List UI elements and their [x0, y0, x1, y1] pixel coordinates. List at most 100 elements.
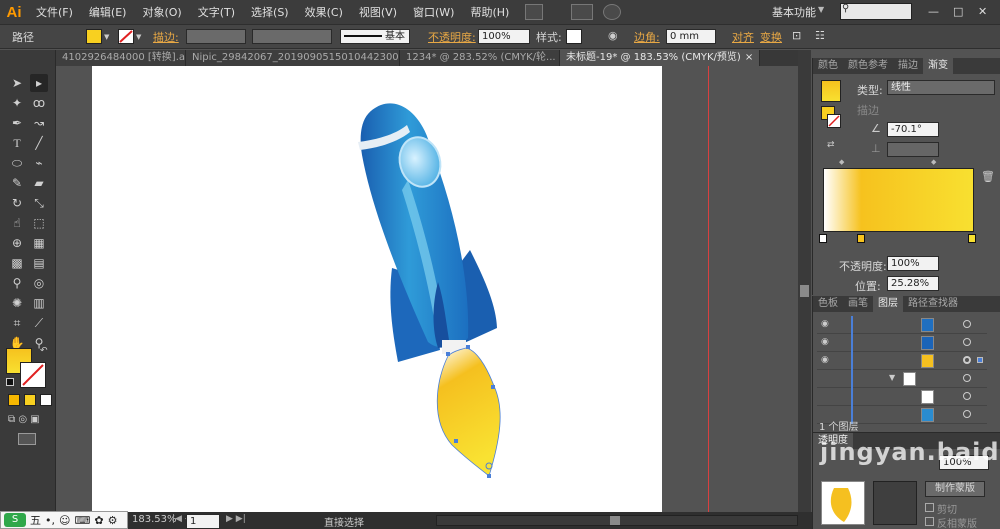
menu-object[interactable]: 对象(O): [134, 4, 189, 20]
selection-tool[interactable]: ➤: [8, 74, 26, 92]
chevron-down-icon[interactable]: ▼: [104, 33, 109, 41]
opacity-field[interactable]: 100%: [478, 29, 530, 44]
target-icon[interactable]: [963, 320, 971, 328]
menu-view[interactable]: 视图(V): [351, 4, 405, 20]
swap-colors-icon[interactable]: ↶: [40, 346, 48, 356]
doc-tab-1[interactable]: 4102926484000 [转换].ai*×: [56, 50, 186, 66]
scrollbar-thumb[interactable]: [800, 285, 809, 297]
pencil-tool[interactable]: ✎: [8, 174, 26, 192]
curvature-tool[interactable]: ↝: [30, 114, 48, 132]
skin-icon[interactable]: ✿: [94, 514, 103, 527]
variable-width-profile[interactable]: [252, 29, 332, 44]
color-mode-button[interactable]: [8, 394, 20, 406]
gradient-slider[interactable]: [823, 168, 974, 232]
stop-position-field[interactable]: 25.28%: [887, 276, 939, 291]
stroke-color-swatch[interactable]: [20, 362, 46, 388]
eye-icon[interactable]: ◉: [821, 319, 831, 329]
magic-wand-tool[interactable]: ✦: [8, 94, 26, 112]
direct-selection-tool[interactable]: ▸: [30, 74, 48, 92]
target-icon[interactable]: [963, 338, 971, 346]
menu-edit[interactable]: 编辑(E): [81, 4, 135, 20]
delete-stop-icon[interactable]: 🗑: [981, 170, 995, 183]
layer-row[interactable]: ◉: [817, 352, 987, 370]
gradient-stop-white[interactable]: [819, 234, 827, 243]
gradient-tool[interactable]: ▤: [30, 254, 48, 272]
chevron-down-icon[interactable]: ▼: [889, 373, 895, 382]
doc-tab-3[interactable]: 1234* @ 283.52% (CMYK/轮...×: [400, 50, 560, 66]
midpoint-diamond[interactable]: ◆: [931, 158, 936, 166]
artboard-nav-next[interactable]: ▶ ▶|: [226, 514, 246, 524]
gpu-performance-icon[interactable]: [603, 4, 622, 20]
ellipse-tool[interactable]: ⬭: [8, 154, 26, 172]
lasso-tool[interactable]: ꝏ: [30, 94, 48, 112]
tab-layers[interactable]: 图层: [873, 296, 903, 312]
slice-tool[interactable]: ⟋: [30, 314, 48, 332]
chevron-down-icon[interactable]: ▼: [136, 33, 141, 41]
doc-tab-4[interactable]: 未标题-19* @ 183.53% (CMYK/预览) ×: [560, 50, 760, 66]
angle-field[interactable]: -70.1°: [887, 122, 939, 137]
default-colors-icon[interactable]: [6, 378, 14, 386]
gradient-stop-orange[interactable]: [857, 234, 865, 243]
tab-stroke[interactable]: 描边: [893, 58, 923, 74]
reverse-gradient-icon[interactable]: ⇄: [827, 140, 835, 150]
gradient-preview-swatch[interactable]: [821, 80, 841, 102]
zoom-level[interactable]: 183.53%: [132, 514, 177, 525]
artboard-tool[interactable]: ⌗: [8, 314, 26, 332]
make-mask-button[interactable]: 制作蒙版: [925, 481, 985, 497]
menu-window[interactable]: 窗口(W): [405, 4, 462, 20]
stop-opacity-field[interactable]: 100%: [887, 256, 939, 271]
layer-row[interactable]: ◉: [817, 334, 987, 352]
emoji-icon[interactable]: ☺: [59, 514, 70, 527]
scale-tool[interactable]: ⤡: [30, 194, 48, 212]
line-tool[interactable]: ╱: [30, 134, 48, 152]
isolate-icon[interactable]: ⊡: [792, 29, 801, 42]
align-link[interactable]: 对齐: [732, 29, 754, 45]
target-icon[interactable]: [963, 356, 971, 364]
keyboard-icon[interactable]: ⌨: [74, 514, 90, 527]
pen-tool[interactable]: ✒: [8, 114, 26, 132]
eyedropper-tool[interactable]: ⚲: [8, 274, 26, 292]
tab-brushes[interactable]: 画笔: [843, 296, 873, 312]
rocket-artwork[interactable]: [92, 66, 662, 512]
target-icon[interactable]: [963, 410, 971, 418]
eye-icon[interactable]: ◉: [821, 337, 831, 347]
layer-row[interactable]: ◉: [817, 316, 987, 334]
type-tool[interactable]: T: [8, 134, 26, 152]
column-graph-tool[interactable]: ▥: [30, 294, 48, 312]
opacity-label[interactable]: 不透明度:: [428, 29, 476, 45]
corner-field[interactable]: 0 mm: [666, 29, 716, 44]
stroke-label[interactable]: 描边:: [153, 29, 179, 45]
none-mode-button[interactable]: [40, 394, 52, 406]
invert-mask-checkbox[interactable]: [925, 517, 934, 526]
arrange-documents-icon[interactable]: [571, 4, 594, 20]
draw-mode-icon[interactable]: ⧉ ◎ ▣: [8, 414, 40, 425]
eraser-tool[interactable]: ▰: [30, 174, 48, 192]
maximize-button[interactable]: □: [953, 5, 963, 18]
chevron-down-icon[interactable]: ▼: [818, 5, 824, 14]
tab-swatches[interactable]: 色板: [813, 296, 843, 312]
menu-type[interactable]: 文字(T): [190, 4, 243, 20]
fill-swatch[interactable]: [86, 29, 102, 44]
transform-link[interactable]: 变换: [760, 29, 782, 45]
search-input[interactable]: [840, 3, 912, 20]
paintbrush-tool[interactable]: ⌁: [30, 154, 48, 172]
bridge-icon[interactable]: [525, 4, 544, 20]
h-scroll-thumb[interactable]: [610, 516, 620, 525]
artboard[interactable]: [92, 66, 662, 512]
brush-definition-field[interactable]: 基本: [340, 29, 410, 44]
clip-checkbox[interactable]: [925, 503, 934, 512]
gradient-mode-button[interactable]: [24, 394, 36, 406]
close-icon[interactable]: ×: [745, 52, 753, 63]
menu-file[interactable]: 文件(F): [28, 4, 81, 20]
blend-tool[interactable]: ◎: [30, 274, 48, 292]
recolor-icon[interactable]: ◉: [608, 29, 618, 42]
vertical-scrollbar[interactable]: [798, 50, 811, 512]
target-icon[interactable]: [963, 392, 971, 400]
perspective-grid-tool[interactable]: ▦: [30, 234, 48, 252]
doc-tab-2[interactable]: Nipic_29842067_20190905150104423000.ai*×: [186, 50, 400, 66]
tab-color[interactable]: 颜色: [813, 58, 843, 74]
menu-help[interactable]: 帮助(H): [462, 4, 517, 20]
punctuation-icon[interactable]: •,: [45, 514, 55, 527]
stroke-swatch[interactable]: [118, 29, 134, 44]
gradient-type-select[interactable]: 线性: [887, 80, 995, 95]
